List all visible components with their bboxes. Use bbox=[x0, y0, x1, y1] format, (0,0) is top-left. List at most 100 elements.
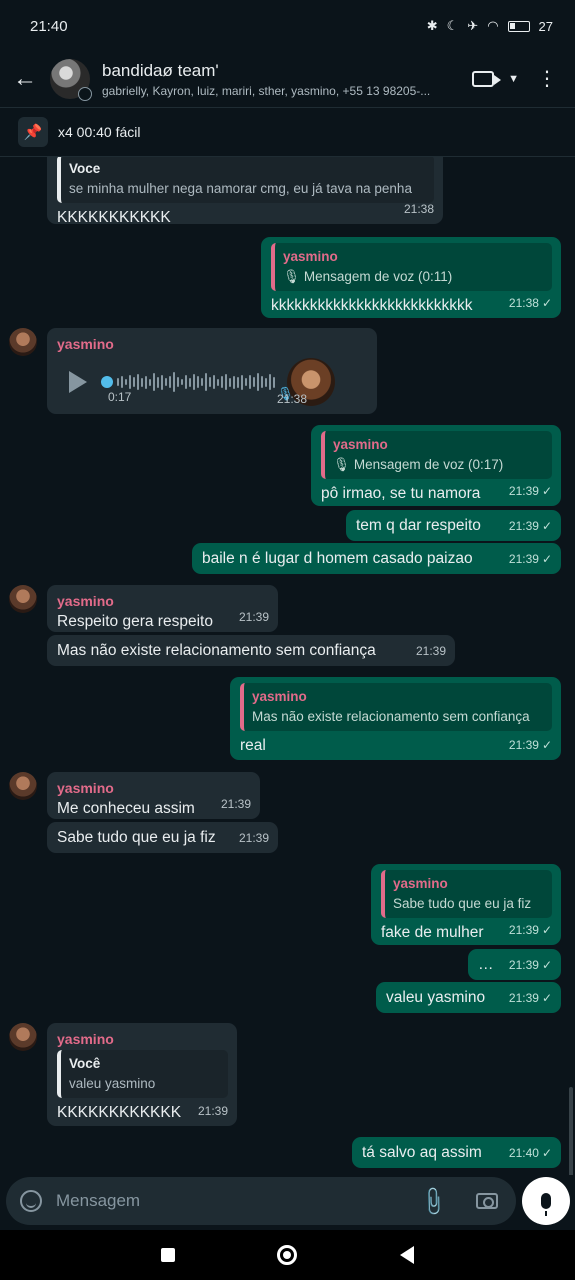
quoted-message[interactable]: yasmino Sabe tudo que eu ja fiz bbox=[381, 870, 552, 918]
pinned-message-bar[interactable]: 📌 x4 00:40 fácil bbox=[0, 107, 575, 157]
pinned-text: x4 00:40 fácil bbox=[58, 124, 141, 140]
waveform-bar bbox=[253, 377, 255, 387]
system-nav-bar bbox=[0, 1230, 575, 1280]
group-members: gabrielly, Kayron, luiz, mariri, sther, … bbox=[102, 83, 431, 98]
arrow-left-icon[interactable]: ← bbox=[0, 65, 50, 93]
quote-author: yasmino bbox=[393, 876, 448, 891]
message-outgoing[interactable]: yasmino Sabe tudo que eu ja fiz fake de … bbox=[371, 864, 561, 945]
recents-icon[interactable] bbox=[161, 1248, 176, 1262]
quote-text: valeu yasmino bbox=[69, 1076, 156, 1091]
message-incoming[interactable]: Sabe tudo que eu ja fiz 21:39 bbox=[47, 822, 278, 853]
sent-check-icon: ✓ bbox=[541, 923, 552, 937]
microphone-icon bbox=[541, 1193, 551, 1216]
message-incoming[interactable]: yasmino Me conheceu assim 21:39 bbox=[47, 772, 260, 819]
waveform-bar bbox=[133, 377, 135, 387]
sent-check-icon: ✓ bbox=[541, 958, 552, 972]
play-icon[interactable] bbox=[69, 371, 87, 393]
message-time: 21:38 bbox=[276, 392, 307, 406]
quote-text: Mas não existe relacionamento sem confia… bbox=[252, 709, 530, 724]
group-title: bandidaø team' bbox=[102, 60, 219, 80]
avatar[interactable] bbox=[9, 1023, 37, 1051]
quoted-message[interactable]: yasmino Mas não existe relacionamento se… bbox=[240, 683, 552, 731]
video-call-icon bbox=[472, 71, 502, 87]
waveform-bar bbox=[169, 376, 171, 388]
message-time: 21:39 ✓ bbox=[508, 958, 552, 972]
message-incoming[interactable]: yasmino Você valeu yasmino KKKKKKKKKKKK … bbox=[47, 1023, 237, 1126]
waveform-bar bbox=[265, 377, 267, 387]
header-info[interactable]: bandidaø team' gabrielly, Kayron, luiz, … bbox=[102, 61, 462, 98]
waveform-bar bbox=[213, 375, 215, 389]
sender-name: yasmino bbox=[57, 336, 114, 352]
paperclip-icon[interactable]: 📎 bbox=[416, 1183, 451, 1218]
video-call-button[interactable]: ▼ bbox=[472, 71, 519, 87]
waveform-bar bbox=[241, 374, 243, 390]
quoted-message[interactable]: Voce se minha mulher nega namorar cmg, e… bbox=[57, 157, 434, 203]
voice-duration: 0:17 bbox=[108, 390, 132, 404]
message-outgoing[interactable]: valeu yasmino 21:39 ✓ bbox=[376, 982, 561, 1013]
battery-level: 27 bbox=[538, 18, 553, 34]
message-text: real bbox=[240, 737, 266, 754]
message-outgoing[interactable]: … 21:39 ✓ bbox=[468, 949, 561, 980]
clock: 21:40 bbox=[30, 17, 68, 35]
message-text: Sabe tudo que eu ja fiz bbox=[57, 829, 216, 846]
avatar[interactable] bbox=[9, 328, 37, 356]
waveform-bar bbox=[229, 377, 231, 387]
waveform-bar bbox=[273, 376, 275, 388]
message-time: 21:39 bbox=[220, 797, 251, 811]
avatar[interactable] bbox=[9, 585, 37, 613]
waveform-bar bbox=[233, 375, 235, 389]
quote-author: yasmino bbox=[333, 437, 388, 452]
waveform-bar bbox=[181, 379, 183, 385]
sent-check-icon: ✓ bbox=[541, 1146, 552, 1160]
waveform-bar bbox=[173, 372, 175, 392]
voice-record-button[interactable] bbox=[522, 1177, 570, 1225]
message-outgoing[interactable]: yasmino Mas não existe relacionamento se… bbox=[230, 677, 561, 760]
message-outgoing[interactable]: tem q dar respeito 21:39 ✓ bbox=[346, 510, 561, 541]
home-icon[interactable] bbox=[277, 1245, 298, 1265]
message-time: 21:38 ✓ bbox=[508, 296, 552, 310]
status-bar: 21:40 ✱ ☾ ✈ ◠ 27 bbox=[0, 0, 575, 52]
message-outgoing[interactable]: baile n é lugar d homem casado paizao 21… bbox=[192, 543, 561, 574]
message-time: 21:39 ✓ bbox=[508, 738, 552, 752]
camera-icon[interactable] bbox=[476, 1193, 498, 1209]
message-outgoing[interactable]: yasmino 🎙 Mensagem de voz (0:11) kkkkkkk… bbox=[261, 237, 561, 318]
message-composer[interactable]: Mensagem 📎 bbox=[6, 1177, 516, 1225]
back-triangle-icon[interactable] bbox=[399, 1246, 414, 1264]
quote-author: Voce bbox=[69, 161, 101, 176]
avatar[interactable] bbox=[9, 772, 37, 800]
waveform-bar bbox=[153, 373, 155, 391]
message-incoming[interactable]: Voce se minha mulher nega namorar cmg, e… bbox=[47, 157, 443, 226]
message-outgoing[interactable]: yasmino 🎙 Mensagem de voz (0:17) pô irma… bbox=[311, 425, 561, 506]
quoted-message[interactable]: Você valeu yasmino bbox=[57, 1050, 228, 1098]
more-vert-icon[interactable]: ⋮ bbox=[537, 69, 557, 89]
scrollbar[interactable] bbox=[569, 1087, 573, 1175]
group-avatar[interactable] bbox=[50, 59, 92, 101]
message-time: 21:39 bbox=[238, 610, 269, 624]
sent-check-icon: ✓ bbox=[541, 991, 552, 1005]
sender-name: yasmino bbox=[57, 593, 114, 609]
message-incoming[interactable]: Mas não existe relacionamento sem confia… bbox=[47, 635, 455, 666]
waveform-bar bbox=[137, 374, 139, 390]
waveform-bar bbox=[225, 374, 227, 390]
quoted-message[interactable]: yasmino 🎙 Mensagem de voz (0:17) bbox=[321, 431, 552, 479]
waveform-bar bbox=[269, 374, 271, 390]
waveform-bar bbox=[249, 375, 251, 389]
message-input[interactable]: Mensagem bbox=[56, 1191, 421, 1211]
voice-message[interactable]: yasmino 🎙 0:17 21:38 bbox=[47, 328, 377, 414]
message-time: 21:40 ✓ bbox=[508, 1146, 552, 1160]
emoji-icon[interactable] bbox=[20, 1190, 42, 1212]
chevron-down-icon: ▼ bbox=[508, 73, 519, 85]
waveform-bar bbox=[165, 378, 167, 386]
message-outgoing[interactable]: tá salvo aq assim 21:40 ✓ bbox=[352, 1137, 561, 1168]
quote-author: yasmino bbox=[252, 689, 307, 704]
message-time: 21:39 ✓ bbox=[508, 484, 552, 498]
quoted-message[interactable]: yasmino 🎙 Mensagem de voz (0:11) bbox=[271, 243, 552, 291]
airplane-icon: ✈ bbox=[467, 18, 479, 33]
bluetooth-icon: ✱ bbox=[426, 18, 438, 33]
message-incoming[interactable]: yasmino Respeito gera respeito 21:39 bbox=[47, 585, 278, 632]
sent-check-icon: ✓ bbox=[541, 519, 552, 533]
waveform-bar bbox=[161, 374, 163, 390]
waveform-bar bbox=[237, 376, 239, 388]
chat-header: ← bandidaø team' gabrielly, Kayron, luiz… bbox=[0, 52, 575, 106]
dnd-moon-icon: ☾ bbox=[446, 18, 459, 33]
